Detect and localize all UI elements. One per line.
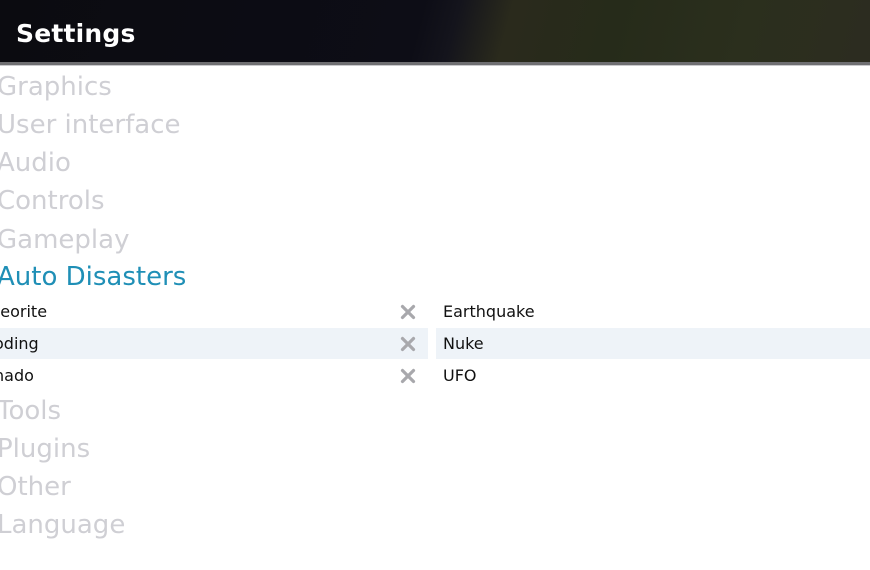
category-plugins[interactable]: Plugins bbox=[0, 431, 90, 467]
column-gap bbox=[428, 328, 436, 359]
category-auto-disasters[interactable]: Auto Disasters bbox=[0, 259, 186, 295]
enabled-disaster-label: oding bbox=[0, 334, 39, 353]
disaster-row: oding Nuke bbox=[0, 328, 870, 359]
column-gap bbox=[428, 296, 436, 327]
page-title: Settings bbox=[16, 19, 136, 48]
enabled-disaster-label: teorite bbox=[0, 302, 48, 321]
close-x-icon[interactable] bbox=[398, 302, 418, 322]
category-audio[interactable]: Audio bbox=[0, 145, 71, 181]
category-tools[interactable]: Tools bbox=[0, 393, 61, 429]
available-disaster-earthquake[interactable]: Earthquake bbox=[443, 296, 535, 327]
available-disaster-nuke[interactable]: Nuke bbox=[443, 328, 484, 359]
category-user-interface[interactable]: User interface bbox=[0, 107, 181, 143]
category-graphics[interactable]: Graphics bbox=[0, 69, 112, 105]
close-x-icon[interactable] bbox=[398, 366, 418, 386]
category-language[interactable]: Language bbox=[0, 507, 125, 543]
category-gameplay[interactable]: Gameplay bbox=[0, 222, 129, 258]
disaster-row: teorite Earthquake bbox=[0, 296, 870, 327]
category-controls[interactable]: Controls bbox=[0, 183, 105, 219]
enabled-disaster-label: nado bbox=[0, 366, 34, 385]
close-x-icon[interactable] bbox=[398, 334, 418, 354]
disaster-row: nado UFO bbox=[0, 360, 870, 391]
settings-header: Settings bbox=[0, 0, 870, 62]
column-gap bbox=[428, 360, 436, 391]
available-disaster-ufo[interactable]: UFO bbox=[443, 360, 477, 391]
category-other[interactable]: Other bbox=[0, 469, 71, 505]
header-divider-highlight bbox=[0, 65, 870, 66]
